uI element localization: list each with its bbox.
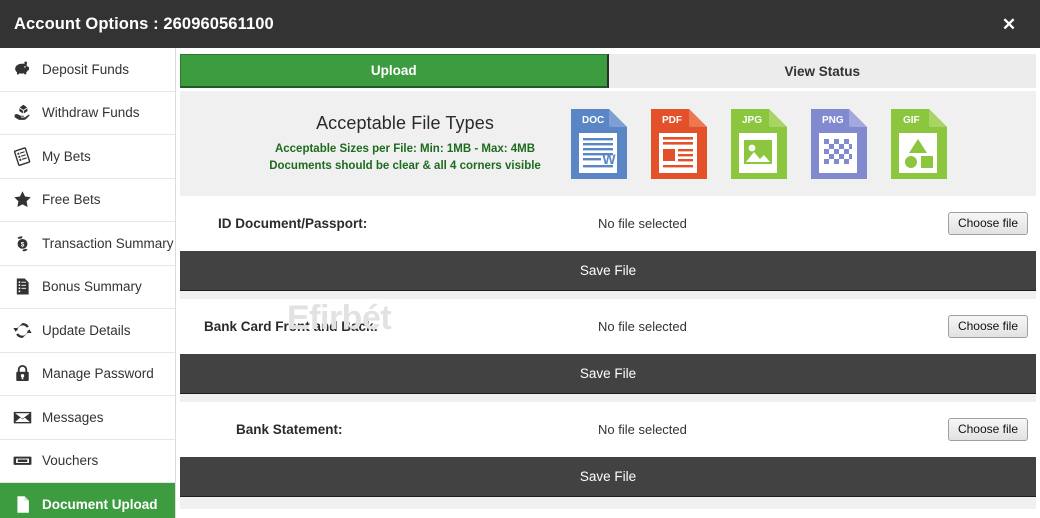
file-row-label: Bank Statement: [236, 422, 343, 437]
acceptable-file-types-panel: Acceptable File Types Acceptable Sizes p… [180, 91, 1036, 196]
sidebar-item-withdraw-funds[interactable]: Withdraw Funds [0, 91, 175, 135]
sidebar-item-label: Document Upload [42, 496, 158, 512]
dialog-titlebar: Account Options : 260960561100 ✕ [0, 0, 1040, 48]
piggy-bank-icon [12, 59, 33, 80]
tab-view-status[interactable]: View Status [608, 54, 1036, 88]
png-file-icon: PNG [809, 108, 867, 179]
sidebar-item-update-details[interactable]: Update Details [0, 309, 175, 353]
sidebar-item-free-bets[interactable]: Free Bets [0, 178, 175, 222]
choose-file-button[interactable]: Choose file [947, 314, 1028, 339]
svg-text:$: $ [21, 241, 25, 248]
doc-file-icon: DOC W [569, 108, 627, 179]
svg-text:GIF: GIF [903, 115, 920, 126]
upload-row-bank-card: Bank Card Front and Back: No file select… [180, 299, 1036, 354]
sidebar-item-vouchers[interactable]: Vouchers [0, 439, 175, 483]
choose-file-button[interactable]: Choose file [947, 417, 1028, 442]
sidebar-item-messages[interactable]: Messages [0, 396, 175, 440]
sidebar-item-deposit-funds[interactable]: Deposit Funds [0, 48, 175, 92]
svg-text:PNG: PNG [822, 115, 844, 126]
upload-row-bank-statement: Bank Statement: No file selected Choose … [180, 402, 1036, 457]
lock-icon [12, 363, 33, 384]
voucher-icon [12, 450, 33, 471]
file-row-label: Bank Card Front and Back: [204, 319, 379, 334]
sidebar-item-label: Transaction Summary [42, 235, 174, 251]
file-row: Bank Card Front and Back: No file select… [180, 299, 1036, 354]
sidebar-item-label: Free Bets [42, 192, 101, 208]
page-title: Account Options : 260960561100 [14, 14, 274, 33]
tab-label: View Status [784, 63, 861, 79]
file-row: ID Document/Passport: No file selected C… [180, 196, 1036, 251]
upload-row-id-document: ID Document/Passport: No file selected C… [180, 196, 1036, 251]
sidebar-item-label: Bonus Summary [42, 279, 142, 295]
row-divider [180, 291, 1036, 299]
sidebar-item-bonus-summary[interactable]: Bonus Summary [0, 265, 175, 309]
page-icon [12, 494, 33, 515]
choose-file-button[interactable]: Choose file [947, 211, 1028, 236]
document-lines-icon [12, 276, 33, 297]
sidebar-item-label: Deposit Funds [42, 61, 130, 77]
file-status-text: No file selected [598, 422, 687, 437]
save-file-button[interactable]: Save File [180, 251, 1036, 291]
acceptable-sizes-line: Acceptable Sizes per File: Min: 1MB - Ma… [274, 142, 536, 155]
acceptable-text-block: Acceptable File Types Acceptable Sizes p… [269, 113, 541, 174]
sidebar-item-label: Withdraw Funds [42, 105, 140, 121]
sidebar-item-manage-password[interactable]: Manage Password [0, 352, 175, 396]
hand-cash-icon [12, 102, 33, 123]
tab-bar: Upload View Status [176, 48, 1040, 88]
svg-text:DOC: DOC [582, 115, 604, 126]
sidebar-item-label: Update Details [42, 322, 131, 338]
row-divider [180, 497, 1036, 509]
betslip-icon [12, 146, 33, 167]
sidebar-item-label: My Bets [42, 148, 91, 164]
pdf-file-icon: PDF [649, 108, 707, 179]
file-status-text: No file selected [598, 216, 687, 231]
refresh-icon [12, 320, 33, 341]
file-row: Bank Statement: No file selected Choose … [180, 402, 1036, 457]
file-type-icon-group: DOC W PDF JPG PNG GIF [569, 108, 947, 179]
sidebar-item-label: Messages [42, 409, 104, 425]
sidebar-item-my-bets[interactable]: My Bets [0, 135, 175, 179]
star-icon [12, 189, 33, 210]
file-status-text: No file selected [598, 319, 687, 334]
tab-upload[interactable]: Upload [180, 54, 609, 88]
sidebar-item-document-upload[interactable]: Document Upload [0, 483, 175, 518]
save-file-button[interactable]: Save File [180, 354, 1036, 394]
acceptable-title: Acceptable File Types [316, 112, 494, 133]
save-file-button[interactable]: Save File [180, 457, 1036, 497]
svg-text:PDF: PDF [662, 115, 682, 126]
main-panel: Upload View Status Acceptable File Types… [176, 48, 1040, 518]
save-file-label: Save File [579, 263, 637, 278]
svg-text:JPG: JPG [742, 115, 762, 126]
money-exchange-icon: $ [12, 233, 33, 254]
account-options-dialog: Account Options : 260960561100 ✕ Deposit… [0, 0, 1040, 518]
acceptable-clarity-line: Documents should be clear & all 4 corner… [269, 159, 541, 172]
row-divider [180, 394, 1036, 402]
svg-text:W: W [602, 151, 616, 167]
sidebar: Deposit Funds Withdraw Funds My Bets Fre… [0, 48, 176, 518]
sidebar-item-label: Vouchers [42, 453, 99, 469]
sidebar-item-label: Manage Password [42, 366, 154, 382]
jpg-file-icon: JPG [729, 108, 787, 179]
save-file-label: Save File [579, 469, 637, 484]
file-row-label: ID Document/Passport: [218, 216, 368, 231]
envelope-icon [12, 407, 33, 428]
save-file-label: Save File [579, 366, 637, 381]
tab-label: Upload [370, 63, 417, 78]
sidebar-item-transaction-summary[interactable]: $ Transaction Summary [0, 222, 175, 266]
gif-file-icon: GIF [889, 108, 947, 179]
close-icon[interactable]: ✕ [996, 11, 1022, 37]
